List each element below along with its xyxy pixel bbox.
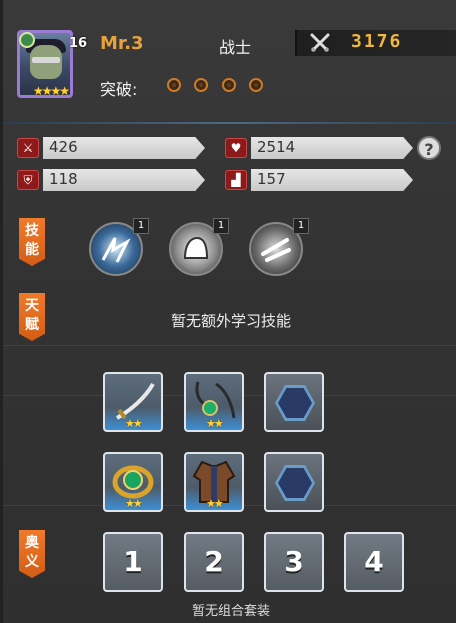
sword-icon: ⚔ (17, 138, 39, 158)
equip-stars: ★★ (206, 417, 224, 430)
equip-slot-empty[interactable] (264, 372, 324, 432)
skill-count: 1 (213, 218, 229, 234)
equip-stars: ★★ (125, 417, 143, 430)
no-talent-text: 暂无额外学习技能 (170, 312, 291, 330)
skills-tag: 技 能 (19, 218, 45, 266)
hero-stars: ★★★★ (33, 84, 70, 98)
breakthrough-dot (249, 78, 263, 92)
breakthrough-label: 突破: (100, 80, 138, 99)
combo-slot-1[interactable]: 1 (103, 532, 163, 592)
hero-name: Mr.3 (100, 33, 144, 54)
no-combo-text: 暂无组合套装 (191, 604, 270, 619)
stat-speed-value: 157 (257, 170, 286, 188)
combo-slot-3[interactable]: 3 (264, 532, 324, 592)
stat-attack-value: 426 (49, 138, 78, 156)
hero-detail-panel: 16 ★★★★ Mr.3 战士 3176 突破: ⚔ 426 ♥ 2514 ? … (0, 0, 456, 623)
skills-tag-char: 技 (25, 223, 39, 239)
equip-stars: ★★ (206, 497, 224, 510)
help-button[interactable]: ? (417, 136, 441, 160)
skills-tag-char: 能 (25, 242, 39, 258)
mystery-tag: 奥 义 (19, 530, 45, 578)
skill-count: 1 (293, 218, 309, 234)
stat-hp: ♥ 2514 (225, 137, 415, 159)
stat-defense-value: 118 (49, 170, 78, 188)
divider (3, 345, 456, 346)
stat-defense: ⛨ 118 (17, 169, 207, 191)
breakthrough-dot (194, 78, 208, 92)
faction-badge-icon (19, 32, 35, 48)
equip-slot-empty[interactable] (264, 452, 324, 512)
stat-speed: ▟ 157 (225, 169, 415, 191)
equip-stars: ★★ (125, 497, 143, 510)
hero-class: 战士 (219, 38, 252, 57)
equip-slot-coat[interactable]: ★★ (184, 452, 244, 512)
combo-slot-2[interactable]: 2 (184, 532, 244, 592)
shield-icon: ⛨ (17, 170, 39, 190)
breakthrough-dot (167, 78, 181, 92)
equip-slot-ring[interactable]: ★★ (103, 452, 163, 512)
heart-icon: ♥ (225, 138, 247, 158)
mystery-tag-char: 义 (25, 554, 39, 570)
boot-icon: ▟ (225, 170, 247, 190)
equip-slot-necklace[interactable]: ★★ (184, 372, 244, 432)
mystery-tag-char: 奥 (25, 535, 39, 551)
power-box: 3176 (295, 30, 456, 56)
crossed-swords-icon (310, 33, 330, 53)
hero-glasses (32, 57, 60, 63)
stat-attack: ⚔ 426 (17, 137, 207, 159)
breakthrough-dot (222, 78, 236, 92)
hero-level: 16 (69, 36, 88, 51)
power-value: 3176 (351, 31, 403, 52)
stat-hp-value: 2514 (257, 138, 296, 156)
header-separator (3, 122, 456, 124)
combo-slot-4[interactable]: 4 (344, 532, 404, 592)
skill-count: 1 (133, 218, 149, 234)
equip-slot-sword[interactable]: ★★ (103, 372, 163, 432)
